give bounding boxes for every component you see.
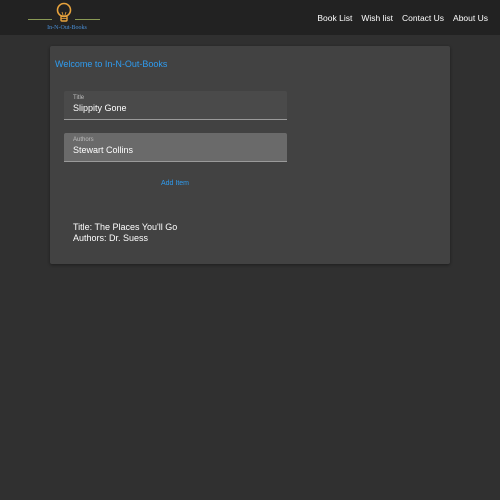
book-card: Welcome to In-N-Out-Books Title Authors …	[50, 46, 450, 264]
logo-text: In-N-Out-Books	[47, 25, 87, 31]
authors-field[interactable]: Authors	[64, 133, 287, 162]
welcome-heading: Welcome to In-N-Out-Books	[55, 59, 168, 69]
book-title: Title: The Places You'll Go	[73, 222, 178, 232]
title-field[interactable]: Title	[64, 91, 287, 120]
nav-contact-us[interactable]: Contact Us	[402, 13, 444, 23]
nav-book-list[interactable]: Book List	[317, 13, 352, 23]
logo[interactable]: In-N-Out-Books	[28, 1, 100, 33]
lightbulb-icon	[56, 2, 72, 22]
main-nav: Book List Wish list Contact Us About Us	[317, 0, 488, 35]
top-navbar: In-N-Out-Books Book List Wish list Conta…	[0, 0, 500, 35]
logo-divider-right	[75, 19, 100, 20]
nav-about-us[interactable]: About Us	[453, 13, 488, 23]
book-entry: Title: The Places You'll Go Authors: Dr.…	[73, 222, 177, 243]
add-item-button[interactable]: Add Item	[151, 178, 199, 189]
title-input[interactable]	[73, 103, 273, 113]
authors-input[interactable]	[73, 145, 273, 155]
logo-divider-left	[28, 19, 52, 20]
book-authors: Authors: Dr. Suess	[73, 232, 149, 243]
authors-field-label: Authors	[73, 137, 94, 143]
nav-wish-list[interactable]: Wish list	[361, 13, 393, 23]
title-field-label: Title	[73, 95, 85, 101]
